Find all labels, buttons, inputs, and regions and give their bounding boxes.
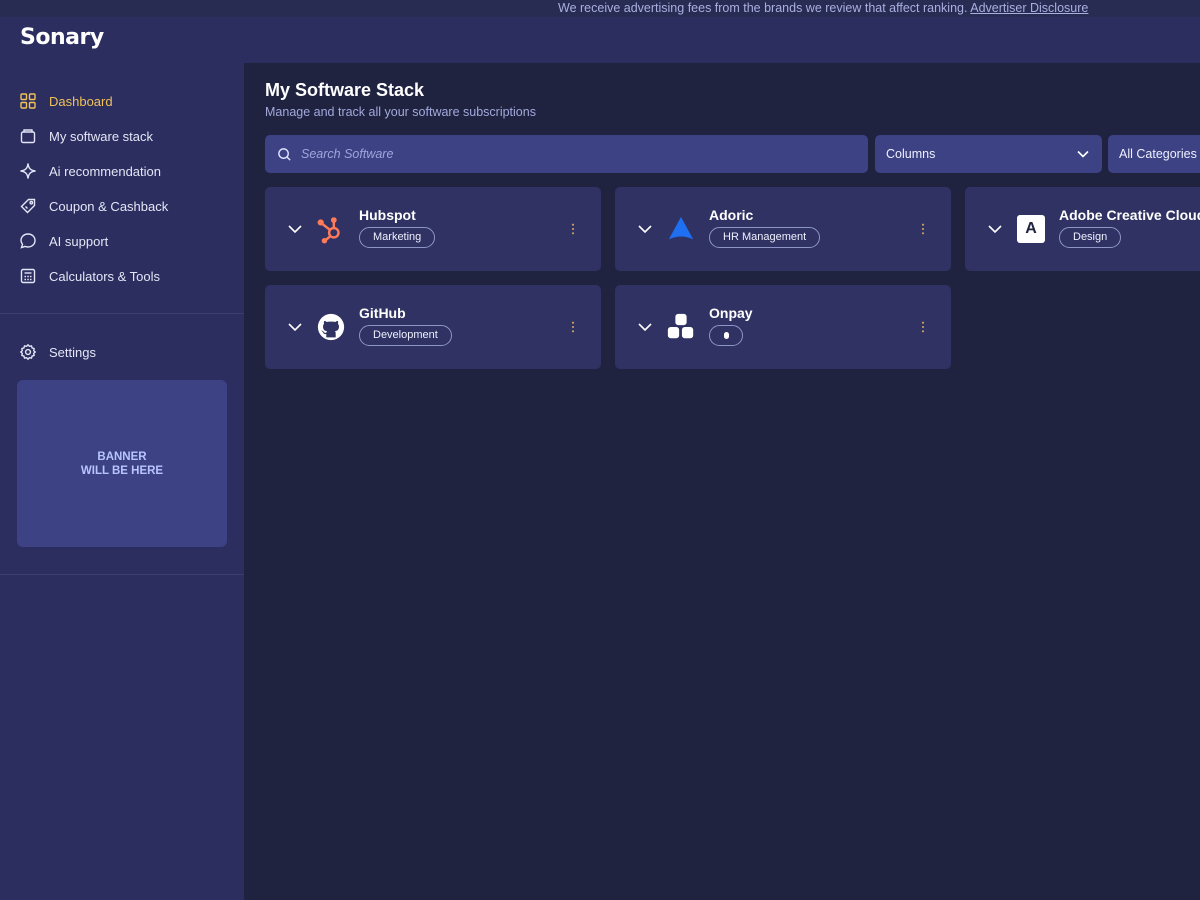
adoric-logo bbox=[665, 213, 697, 245]
sidebar-item-software-stack[interactable]: My software stack bbox=[18, 124, 238, 148]
software-name: Adobe Creative Cloud bbox=[1059, 207, 1200, 223]
adobe-logo: A bbox=[1015, 213, 1047, 245]
software-card-hubspot[interactable]: Hubspot Marketing bbox=[265, 187, 601, 271]
sidebar-item-label: Settings bbox=[49, 344, 96, 360]
software-card-github[interactable]: GitHub Development bbox=[265, 285, 601, 369]
sidebar-item-label: Calculators & Tools bbox=[49, 268, 161, 284]
main-content: My Software Stack Manage and track all y… bbox=[244, 63, 1200, 900]
top-header: Sonary bbox=[0, 17, 1200, 63]
grid-icon bbox=[18, 91, 38, 111]
search-icon bbox=[278, 147, 291, 161]
categories-select-value: All Categories bbox=[1119, 147, 1197, 161]
sidebar-item-ai-recommendation[interactable]: Ai recommendation bbox=[18, 159, 238, 183]
more-options-icon[interactable] bbox=[568, 319, 578, 335]
sidebar-item-label: Coupon & Cashback bbox=[49, 198, 169, 214]
category-tag: Design bbox=[1059, 227, 1122, 248]
search-input[interactable] bbox=[301, 147, 841, 161]
ad-banner[interactable]: BANNER WILL BE HERE bbox=[17, 380, 227, 547]
folder-icon bbox=[18, 126, 38, 146]
sidebar-item-dashboard[interactable]: Dashboard bbox=[18, 89, 238, 113]
empty-tag-dot bbox=[723, 332, 729, 339]
software-name: Adoric bbox=[709, 207, 754, 223]
category-tag bbox=[709, 325, 743, 346]
banner-line-2: WILL BE HERE bbox=[80, 464, 164, 477]
sidebar-item-ai-support[interactable]: AI support bbox=[18, 229, 238, 253]
category-tag: HR Management bbox=[709, 227, 821, 248]
gear-icon bbox=[18, 342, 38, 362]
hubspot-logo bbox=[315, 213, 347, 245]
software-name: Onpay bbox=[709, 305, 753, 321]
software-card-onpay[interactable]: Onpay bbox=[615, 285, 951, 369]
more-options-icon[interactable] bbox=[568, 221, 578, 237]
categories-select[interactable]: All Categories bbox=[1108, 135, 1200, 173]
software-card-adobe-creative-cloud[interactable]: A Adobe Creative Cloud Design bbox=[965, 187, 1200, 271]
chevron-down-icon[interactable] bbox=[637, 221, 653, 237]
tag-icon bbox=[18, 196, 38, 216]
more-options-icon[interactable] bbox=[918, 319, 928, 335]
calculator-icon bbox=[18, 266, 38, 286]
disclosure-message: We receive advertising fees from the bra… bbox=[558, 1, 968, 15]
advertiser-disclosure-link[interactable]: Advertiser Disclosure bbox=[970, 1, 1088, 15]
category-tag: Marketing bbox=[359, 227, 436, 248]
sidebar-item-label: My software stack bbox=[49, 128, 154, 144]
sidebar: Dashboard My software stack Ai recommend… bbox=[0, 63, 244, 900]
sonary-logo[interactable]: Sonary bbox=[20, 25, 104, 50]
sidebar-item-label: Dashboard bbox=[49, 93, 113, 109]
github-logo bbox=[315, 311, 347, 343]
disclosure-bar: We receive advertising fees from the bra… bbox=[0, 0, 1200, 17]
search-box[interactable] bbox=[265, 135, 868, 173]
chevron-down-icon[interactable] bbox=[637, 319, 653, 335]
chevron-down-icon bbox=[1077, 150, 1089, 158]
sparkle-icon bbox=[18, 161, 38, 181]
software-name: GitHub bbox=[359, 305, 406, 321]
category-tag: Development bbox=[359, 325, 452, 346]
more-options-icon[interactable] bbox=[918, 221, 928, 237]
columns-select[interactable]: Columns bbox=[875, 135, 1102, 173]
disclosure-text: We receive advertising fees from the bra… bbox=[558, 0, 1088, 17]
page-title: My Software Stack bbox=[265, 80, 425, 100]
chat-icon bbox=[18, 231, 38, 251]
sidebar-item-coupon-cashback[interactable]: Coupon & Cashback bbox=[18, 194, 238, 218]
sidebar-divider bbox=[0, 574, 244, 575]
sidebar-item-label: Ai recommendation bbox=[49, 163, 161, 179]
onpay-logo bbox=[665, 311, 697, 343]
software-name: Hubspot bbox=[359, 207, 416, 223]
sidebar-item-settings[interactable]: Settings bbox=[18, 340, 238, 364]
chevron-down-icon[interactable] bbox=[287, 221, 303, 237]
banner-line-1: BANNER bbox=[97, 450, 147, 463]
columns-select-value: Columns bbox=[886, 147, 936, 161]
chevron-down-icon[interactable] bbox=[987, 221, 1003, 237]
chevron-down-icon[interactable] bbox=[287, 319, 303, 335]
page-subtitle: Manage and track all your software subsc… bbox=[265, 105, 536, 119]
adobe-logo-letter: A bbox=[1017, 215, 1045, 243]
sidebar-item-label: AI support bbox=[49, 233, 109, 249]
sidebar-item-calculators-tools[interactable]: Calculators & Tools bbox=[18, 264, 238, 288]
sidebar-divider bbox=[0, 313, 244, 314]
software-card-adoric[interactable]: Adoric HR Management bbox=[615, 187, 951, 271]
